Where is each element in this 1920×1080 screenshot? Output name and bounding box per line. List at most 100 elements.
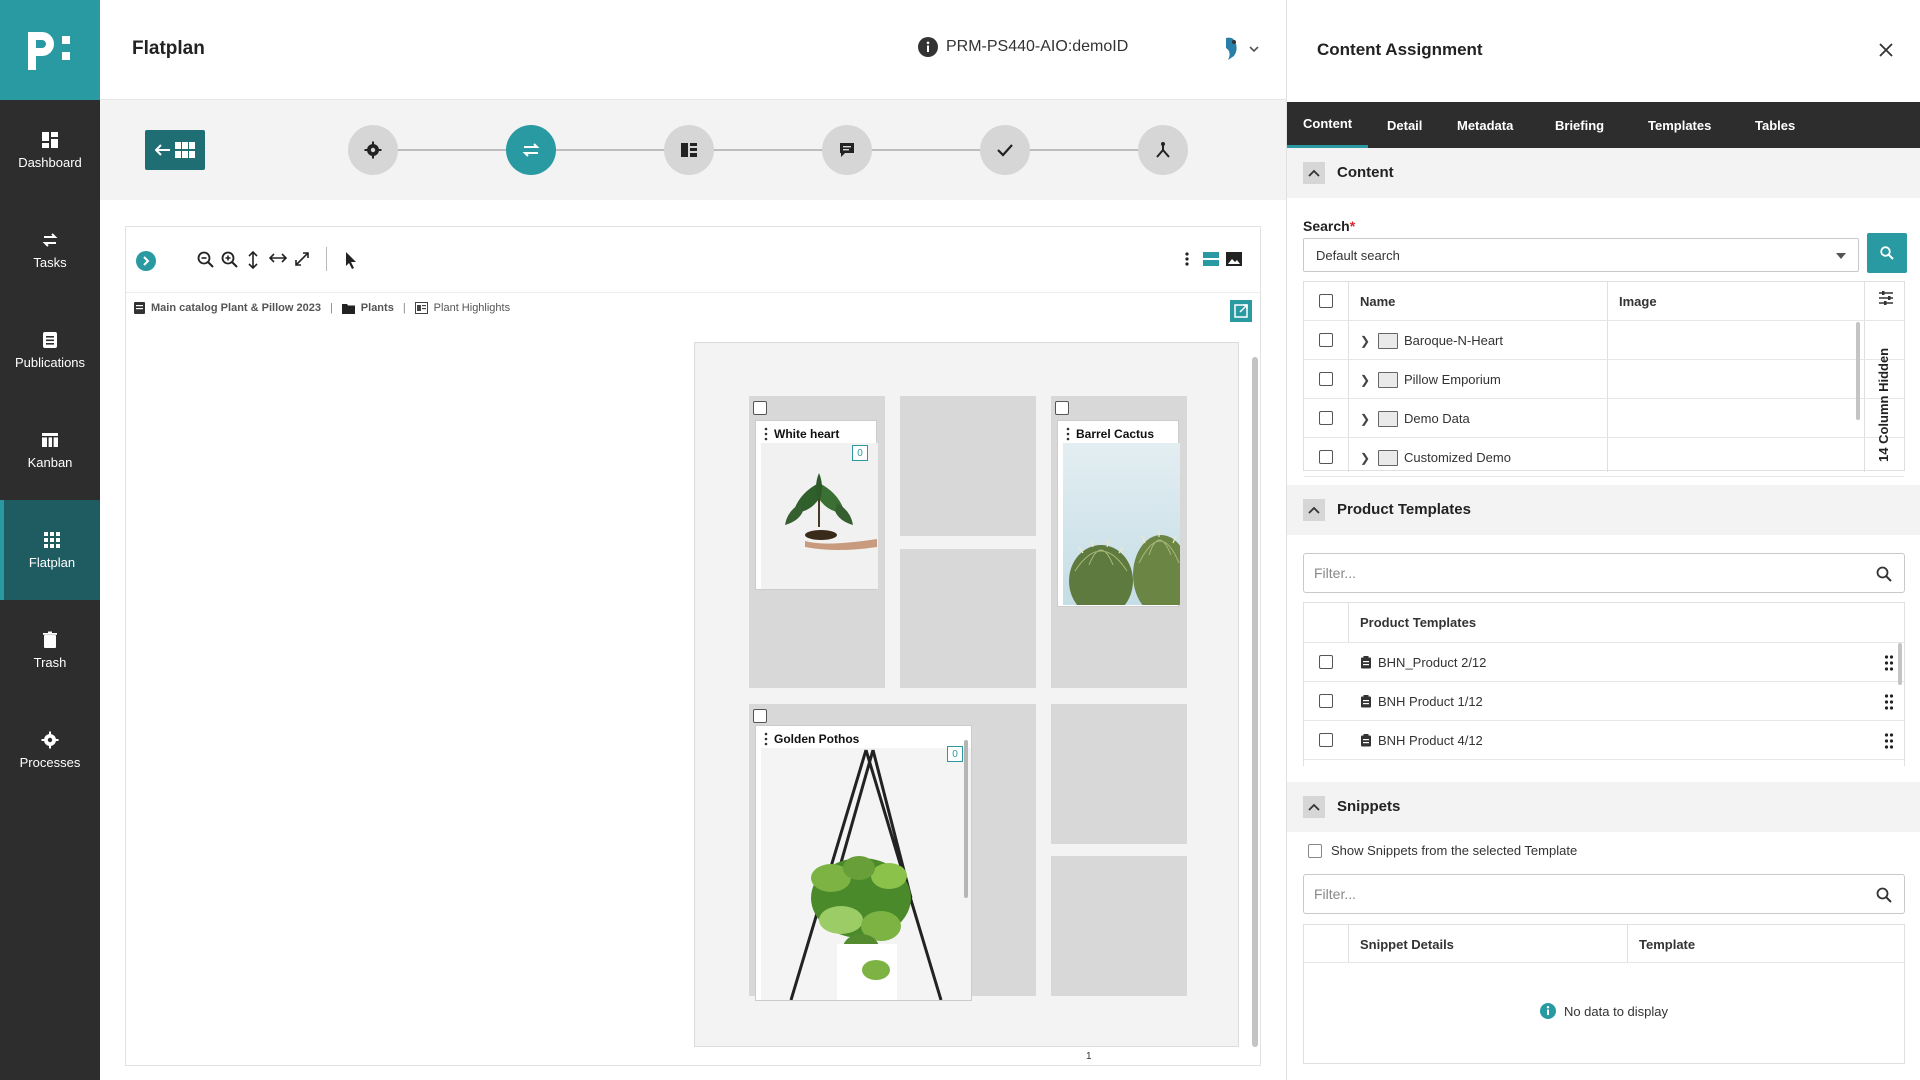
table-row[interactable]: BNH Product 4/12 <box>1304 721 1904 760</box>
row-checkbox[interactable] <box>1319 411 1333 425</box>
tab-metadata[interactable]: Metadata <box>1441 102 1529 148</box>
breadcrumb-page[interactable]: Plant Highlights <box>434 302 510 314</box>
grid-scrollbar[interactable] <box>1898 643 1902 685</box>
expand-row-icon[interactable]: ❯ <box>1360 334 1374 348</box>
layout-slot[interactable] <box>900 549 1036 688</box>
column-header-snippet-details[interactable]: Snippet Details <box>1360 925 1454 963</box>
row-checkbox[interactable] <box>1319 655 1333 669</box>
row-checkbox[interactable] <box>1319 694 1333 708</box>
templates-grid: Product Templates BHN_Product 2/12 BNH P… <box>1303 602 1905 766</box>
tab-templates[interactable]: Templates <box>1632 102 1727 148</box>
expand-panel-button[interactable] <box>136 251 156 276</box>
sidebar-item-tasks[interactable]: Tasks <box>0 200 100 300</box>
sidebar-item-dashboard[interactable]: Dashboard <box>0 100 100 200</box>
fit-page-button[interactable] <box>294 251 310 272</box>
workflow-step-layout[interactable] <box>664 125 714 175</box>
sidebar-item-trash[interactable]: Trash <box>0 600 100 700</box>
search-button[interactable] <box>1867 233 1907 273</box>
collapse-content-button[interactable] <box>1303 162 1325 184</box>
zoom-out-button[interactable] <box>197 251 215 274</box>
layout-slot[interactable] <box>900 396 1036 536</box>
table-row[interactable]: ❯ Baroque-N-Heart <box>1304 321 1904 360</box>
row-checkbox[interactable] <box>1319 733 1333 747</box>
expand-row-icon[interactable]: ❯ <box>1360 373 1374 387</box>
select-all-checkbox[interactable] <box>1319 294 1333 308</box>
templates-filter-input[interactable]: Filter... <box>1303 553 1905 593</box>
column-header-templates[interactable]: Product Templates <box>1360 603 1476 642</box>
search-select[interactable]: Default search <box>1303 238 1859 272</box>
drag-handle-icon[interactable] <box>1064 427 1072 441</box>
snippets-filter-input[interactable]: Filter... <box>1303 874 1905 914</box>
row-checkbox[interactable] <box>1319 372 1333 386</box>
expand-row-icon[interactable]: ❯ <box>1360 451 1374 465</box>
table-row[interactable]: ❯ Customized Demo <box>1304 438 1904 477</box>
product-card[interactable]: Barrel Cactus <box>1057 420 1180 607</box>
tab-detail[interactable]: Detail <box>1371 102 1438 148</box>
drag-handle-icon[interactable] <box>762 427 770 441</box>
workflow-step-assignment[interactable] <box>506 125 556 175</box>
app-logo[interactable] <box>0 0 100 100</box>
collapse-snippets-button[interactable] <box>1303 796 1325 818</box>
workflow-step-approve[interactable] <box>980 125 1030 175</box>
tab-tables[interactable]: Tables <box>1739 102 1811 148</box>
flatplan-page[interactable]: White heart 0 Barrel Cactus Golden Potho… <box>694 342 1239 1047</box>
grid-scrollbar[interactable] <box>1856 322 1860 420</box>
product-card[interactable]: Golden Pothos 0 <box>755 725 972 1001</box>
table-row[interactable]: BNH Product 1/12 <box>1304 682 1904 721</box>
table-row[interactable]: BHN_Product 2/12 <box>1304 643 1904 682</box>
layout-slot[interactable] <box>1051 704 1187 844</box>
hidden-columns-label[interactable]: 14 Column Hidden <box>1876 348 1891 462</box>
row-checkbox[interactable] <box>1319 333 1333 347</box>
sidebar-item-processes[interactable]: Processes <box>0 700 100 800</box>
tab-content[interactable]: Content <box>1287 102 1369 148</box>
drag-handle-icon[interactable] <box>1884 693 1894 711</box>
folder-icon <box>1378 371 1398 388</box>
more-options-button[interactable] <box>1184 251 1190 272</box>
document-id[interactable]: PRM-PS440-AIO:demoID <box>918 37 1128 57</box>
back-to-grid-button[interactable] <box>145 130 205 170</box>
templates-section-header[interactable]: Product Templates <box>1287 485 1920 535</box>
slot-checkbox[interactable] <box>1055 401 1069 415</box>
select-tool-button[interactable] <box>344 251 358 274</box>
open-external-button[interactable] <box>1230 300 1252 327</box>
column-header-image[interactable]: Image <box>1619 282 1657 321</box>
table-row[interactable]: ❯ Demo Data <box>1304 399 1904 438</box>
breadcrumb-folder[interactable]: Plants <box>361 302 394 314</box>
workflow-step-settings[interactable] <box>348 125 398 175</box>
show-snippets-checkbox[interactable] <box>1308 844 1322 858</box>
image-view-button[interactable] <box>1226 251 1242 272</box>
column-settings-button[interactable] <box>1878 290 1894 311</box>
scrollbar-thumb[interactable] <box>1252 357 1258 1047</box>
column-header-name[interactable]: Name <box>1360 282 1395 321</box>
table-row[interactable]: ❯ Pillow Emporium <box>1304 360 1904 399</box>
drag-handle-icon[interactable] <box>762 732 770 746</box>
slot-checkbox[interactable] <box>753 401 767 415</box>
workflow-step-comments[interactable] <box>822 125 872 175</box>
drag-handle-icon[interactable] <box>1884 654 1894 672</box>
snippets-section-header[interactable]: Snippets <box>1287 782 1920 832</box>
layout-icon <box>681 143 697 157</box>
card-scrollbar[interactable] <box>964 740 968 898</box>
tab-briefing[interactable]: Briefing <box>1539 102 1620 148</box>
user-menu[interactable] <box>1220 36 1260 62</box>
zoom-in-button[interactable] <box>221 251 239 274</box>
breadcrumb-catalog[interactable]: Main catalog Plant & Pillow 2023 <box>151 302 321 314</box>
row-checkbox[interactable] <box>1319 450 1333 464</box>
fit-height-button[interactable] <box>247 250 259 274</box>
slot-checkbox[interactable] <box>753 709 767 723</box>
product-card[interactable]: White heart 0 <box>755 420 878 590</box>
layout-slot[interactable] <box>1051 856 1187 996</box>
sidebar-item-publications[interactable]: Publications <box>0 300 100 400</box>
workflow-step-merge[interactable] <box>1138 125 1188 175</box>
list-view-button[interactable] <box>1203 251 1219 272</box>
close-panel-button[interactable] <box>1879 40 1893 63</box>
expand-row-icon[interactable]: ❯ <box>1360 412 1374 426</box>
canvas-scrollbar[interactable] <box>1252 357 1258 1047</box>
sidebar-item-flatplan[interactable]: Flatplan <box>0 500 100 600</box>
fit-width-button[interactable] <box>268 251 288 269</box>
content-section-header[interactable]: Content <box>1287 148 1920 198</box>
sidebar-item-kanban[interactable]: Kanban <box>0 400 100 500</box>
drag-handle-icon[interactable] <box>1884 732 1894 750</box>
collapse-templates-button[interactable] <box>1303 499 1325 521</box>
column-header-template[interactable]: Template <box>1639 925 1695 963</box>
